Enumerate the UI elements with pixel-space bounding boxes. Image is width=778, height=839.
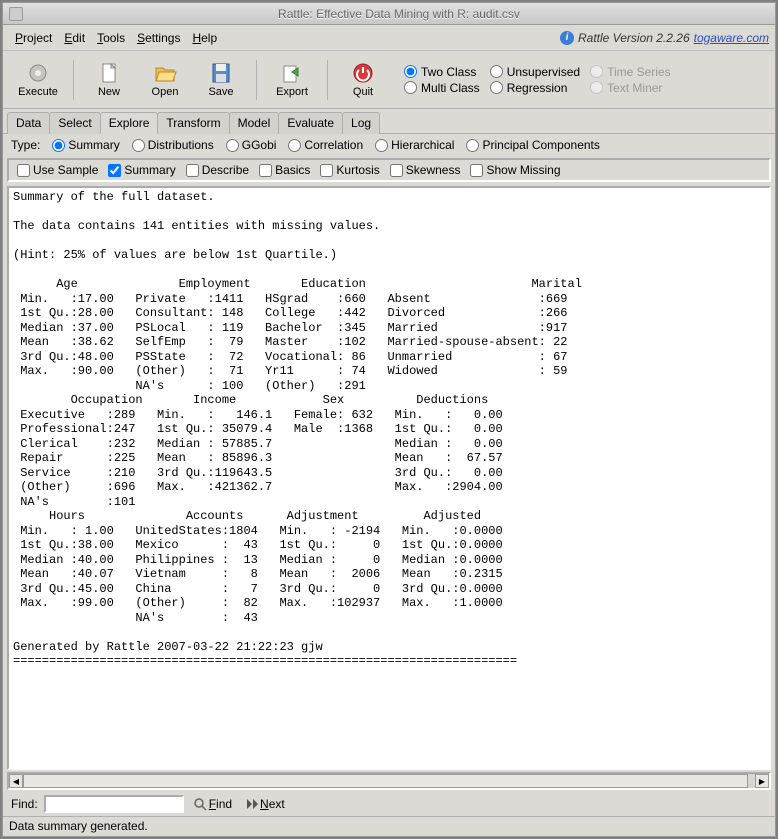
scroll-thumb[interactable] xyxy=(23,774,748,788)
menu-project[interactable]: Project xyxy=(9,29,58,47)
radio-distributions[interactable]: Distributions xyxy=(132,138,214,152)
find-label: Find: xyxy=(11,797,38,811)
data-type-radios: Two Class Unsupervised Time Series Multi… xyxy=(404,65,671,95)
menu-tools[interactable]: Tools xyxy=(91,29,131,47)
menu-help[interactable]: Help xyxy=(186,29,223,47)
radio-correlation[interactable]: Correlation xyxy=(288,138,363,152)
check-skewness[interactable]: Skewness xyxy=(390,163,461,177)
find-bar: Find: Find Next xyxy=(3,792,775,816)
next-icon xyxy=(244,797,258,811)
version-label: i Rattle Version 2.2.26 togaware.com xyxy=(560,31,769,45)
tab-log[interactable]: Log xyxy=(342,112,380,134)
radio-two-class[interactable]: Two Class xyxy=(404,65,480,79)
file-icon xyxy=(97,62,121,84)
check-show-missing[interactable]: Show Missing xyxy=(470,163,560,177)
app-icon xyxy=(9,7,23,21)
gear-icon xyxy=(26,62,50,84)
togaware-link[interactable]: togaware.com xyxy=(694,31,769,45)
check-row: Use Sample Summary Describe Basics Kurto… xyxy=(7,158,771,182)
tab-select[interactable]: Select xyxy=(49,112,100,134)
radio-ggobi[interactable]: GGobi xyxy=(226,138,277,152)
find-input[interactable] xyxy=(44,795,184,813)
radio-hierarchical[interactable]: Hierarchical xyxy=(375,138,454,152)
save-button[interactable]: Save xyxy=(194,56,248,104)
radio-multi-class[interactable]: Multi Class xyxy=(404,81,480,95)
check-kurtosis[interactable]: Kurtosis xyxy=(320,163,379,177)
type-label: Type: xyxy=(11,138,40,152)
menu-edit[interactable]: Edit xyxy=(58,29,91,47)
execute-button[interactable]: Execute xyxy=(11,56,65,104)
window-title: Rattle: Effective Data Mining with R: au… xyxy=(29,7,769,21)
output-area[interactable]: Summary of the full dataset. The data co… xyxy=(7,186,771,770)
radio-time-series: Time Series xyxy=(590,65,671,79)
toolbar: Execute New Open Save Export xyxy=(3,51,775,109)
check-use-sample[interactable]: Use Sample xyxy=(17,163,98,177)
main-window: Rattle: Effective Data Mining with R: au… xyxy=(2,2,776,837)
horizontal-scrollbar[interactable]: ◀ ▶ xyxy=(7,772,771,790)
folder-open-icon xyxy=(153,62,177,84)
check-basics[interactable]: Basics xyxy=(259,163,310,177)
tab-evaluate[interactable]: Evaluate xyxy=(278,112,343,134)
radio-regression[interactable]: Regression xyxy=(490,81,580,95)
menu-settings[interactable]: Settings xyxy=(131,29,186,47)
titlebar[interactable]: Rattle: Effective Data Mining with R: au… xyxy=(3,3,775,25)
type-row: Type: Summary Distributions GGobi Correl… xyxy=(3,134,775,156)
scroll-right-button[interactable]: ▶ xyxy=(755,774,769,788)
radio-unsupervised[interactable]: Unsupervised xyxy=(490,65,580,79)
export-icon xyxy=(280,62,304,84)
radio-text-miner: Text Miner xyxy=(590,81,671,95)
check-describe[interactable]: Describe xyxy=(186,163,249,177)
info-icon: i xyxy=(560,31,574,45)
statusbar: Data summary generated. xyxy=(3,816,775,836)
tab-model[interactable]: Model xyxy=(229,112,280,134)
scroll-left-button[interactable]: ◀ xyxy=(9,774,23,788)
check-summary[interactable]: Summary xyxy=(108,163,175,177)
radio-summary[interactable]: Summary xyxy=(52,138,119,152)
output-text: Summary of the full dataset. The data co… xyxy=(9,188,769,671)
export-button[interactable]: Export xyxy=(265,56,319,104)
tab-transform[interactable]: Transform xyxy=(157,112,229,134)
quit-button[interactable]: Quit xyxy=(336,56,390,104)
tab-data[interactable]: Data xyxy=(7,112,50,134)
tabs: Data Select Explore Transform Model Eval… xyxy=(3,109,775,134)
radio-principal-components[interactable]: Principal Components xyxy=(466,138,599,152)
next-button[interactable]: Next xyxy=(241,796,288,812)
find-button[interactable]: Find xyxy=(190,796,235,812)
search-icon xyxy=(193,797,207,811)
menubar: Project Edit Tools Settings Help i Rattl… xyxy=(3,25,775,51)
open-button[interactable]: Open xyxy=(138,56,192,104)
tab-explore[interactable]: Explore xyxy=(100,112,159,134)
power-icon xyxy=(351,62,375,84)
new-button[interactable]: New xyxy=(82,56,136,104)
floppy-icon xyxy=(209,62,233,84)
